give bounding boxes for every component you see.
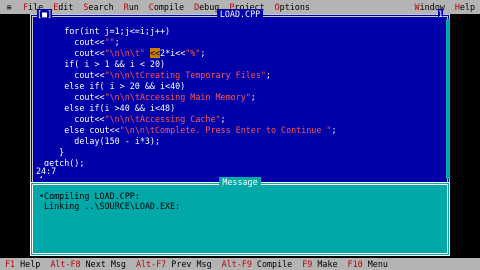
string-literal: "\n\n\t" — [104, 48, 150, 58]
string-literal: "\n\n\tCreating Temporary Files" — [104, 70, 266, 80]
code-line[interactable]: } — [39, 147, 437, 158]
code-line[interactable]: cout<<""; — [39, 37, 437, 48]
string-literal: "\n\n\tAccessing Main Memory" — [104, 92, 251, 102]
code-token: ; — [220, 114, 226, 124]
code-line[interactable]: for(int j=1;j<=i;j++) — [39, 26, 437, 37]
code-token: ; — [265, 70, 271, 80]
vertical-scrollbar[interactable] — [446, 19, 450, 179]
code-line[interactable]: delay(150 - i*3); — [39, 136, 437, 147]
message-window[interactable]: Message •Compiling LOAD.CPP: Linking ..\… — [30, 177, 450, 256]
fkey-next-msg[interactable]: Alt-F8 Next Msg — [45, 259, 131, 269]
code-token: cout<< — [39, 37, 105, 47]
code-line[interactable]: else if(i >40 && i<48) — [39, 103, 437, 114]
code-token: cout<< — [39, 70, 105, 80]
code-line[interactable]: cout<<"\n\n\tAccessing Cache"; — [39, 114, 437, 125]
system-menu-icon[interactable]: ≡ — [0, 2, 18, 12]
code-token: cout<< — [39, 92, 105, 102]
string-literal: "\n\n\tAccessing Cache" — [104, 114, 221, 124]
code-token: if( i > 1 && i < 20) — [39, 59, 166, 69]
code-token: ; — [200, 48, 206, 58]
menu-item-help[interactable]: Help — [450, 2, 480, 12]
message-title: Message — [33, 177, 447, 187]
message-line[interactable]: •Compiling LOAD.CPP: — [39, 191, 180, 201]
code-token: ; — [331, 125, 337, 135]
code-token: for(int j=1;j<=i;j++) — [39, 26, 171, 36]
code-token: cout<< — [39, 48, 105, 58]
editor-window[interactable]: [■] LOAD.CPP 1 for(int j=1;j<=i;j++) cou… — [30, 9, 450, 182]
fkey-make[interactable]: F9 Make — [297, 259, 342, 269]
code-token: else cout<< — [39, 125, 120, 135]
code-token: cout<< — [39, 114, 105, 124]
code-line[interactable]: else cout<<"\n\n\tComplete. Press Enter … — [39, 125, 437, 136]
message-line[interactable]: Linking ..\SOURCE\LOAD.EXE: — [39, 201, 180, 211]
window-number: 1 — [437, 9, 443, 19]
code-token: ; — [250, 92, 256, 102]
code-line[interactable]: cout<<"\n\n\t" <<2*i<<"%"; — [39, 48, 437, 59]
string-literal: "\n\n\tComplete. Press Enter to Continue… — [119, 125, 332, 135]
code-line[interactable]: else if( i > 20 && i<40) — [39, 81, 437, 92]
code-line[interactable]: cout<<"\n\n\tCreating Temporary Files"; — [39, 70, 437, 81]
code-line[interactable]: cout<<"\n\n\tAccessing Main Memory"; — [39, 92, 437, 103]
code-area[interactable]: for(int j=1;j<=i;j++) cout<<""; cout<<"\… — [39, 26, 437, 180]
function-key-bar: F1 Help Alt-F8 Next Msg Alt-F7 Prev Msg Alt… — [0, 258, 480, 270]
fkey-compile[interactable]: Alt-F9 Compile — [217, 259, 298, 269]
cursor-position: 24:7 — [34, 166, 59, 176]
code-line[interactable]: getch(); — [39, 158, 437, 169]
code-token: else if(i >40 && i<48) — [39, 103, 176, 113]
code-token: } — [39, 147, 65, 157]
code-token: ; — [114, 37, 120, 47]
code-token: 2*i<< — [160, 48, 186, 58]
fkey-help[interactable]: F1 Help — [0, 259, 45, 269]
string-literal: "" — [104, 37, 115, 47]
code-line[interactable]: if( i > 1 && i < 20) — [39, 59, 437, 70]
fkey-prev-msg[interactable]: Alt-F7 Prev Msg — [131, 259, 217, 269]
editor-title: LOAD.CPP — [33, 9, 447, 19]
highlighted-token: << — [149, 48, 161, 58]
code-token: else if( i > 20 && i<40) — [39, 81, 186, 91]
string-literal: "%" — [185, 48, 201, 58]
code-token: delay(150 - i*3); — [39, 136, 161, 146]
fkey-menu[interactable]: F10 Menu — [343, 259, 393, 269]
